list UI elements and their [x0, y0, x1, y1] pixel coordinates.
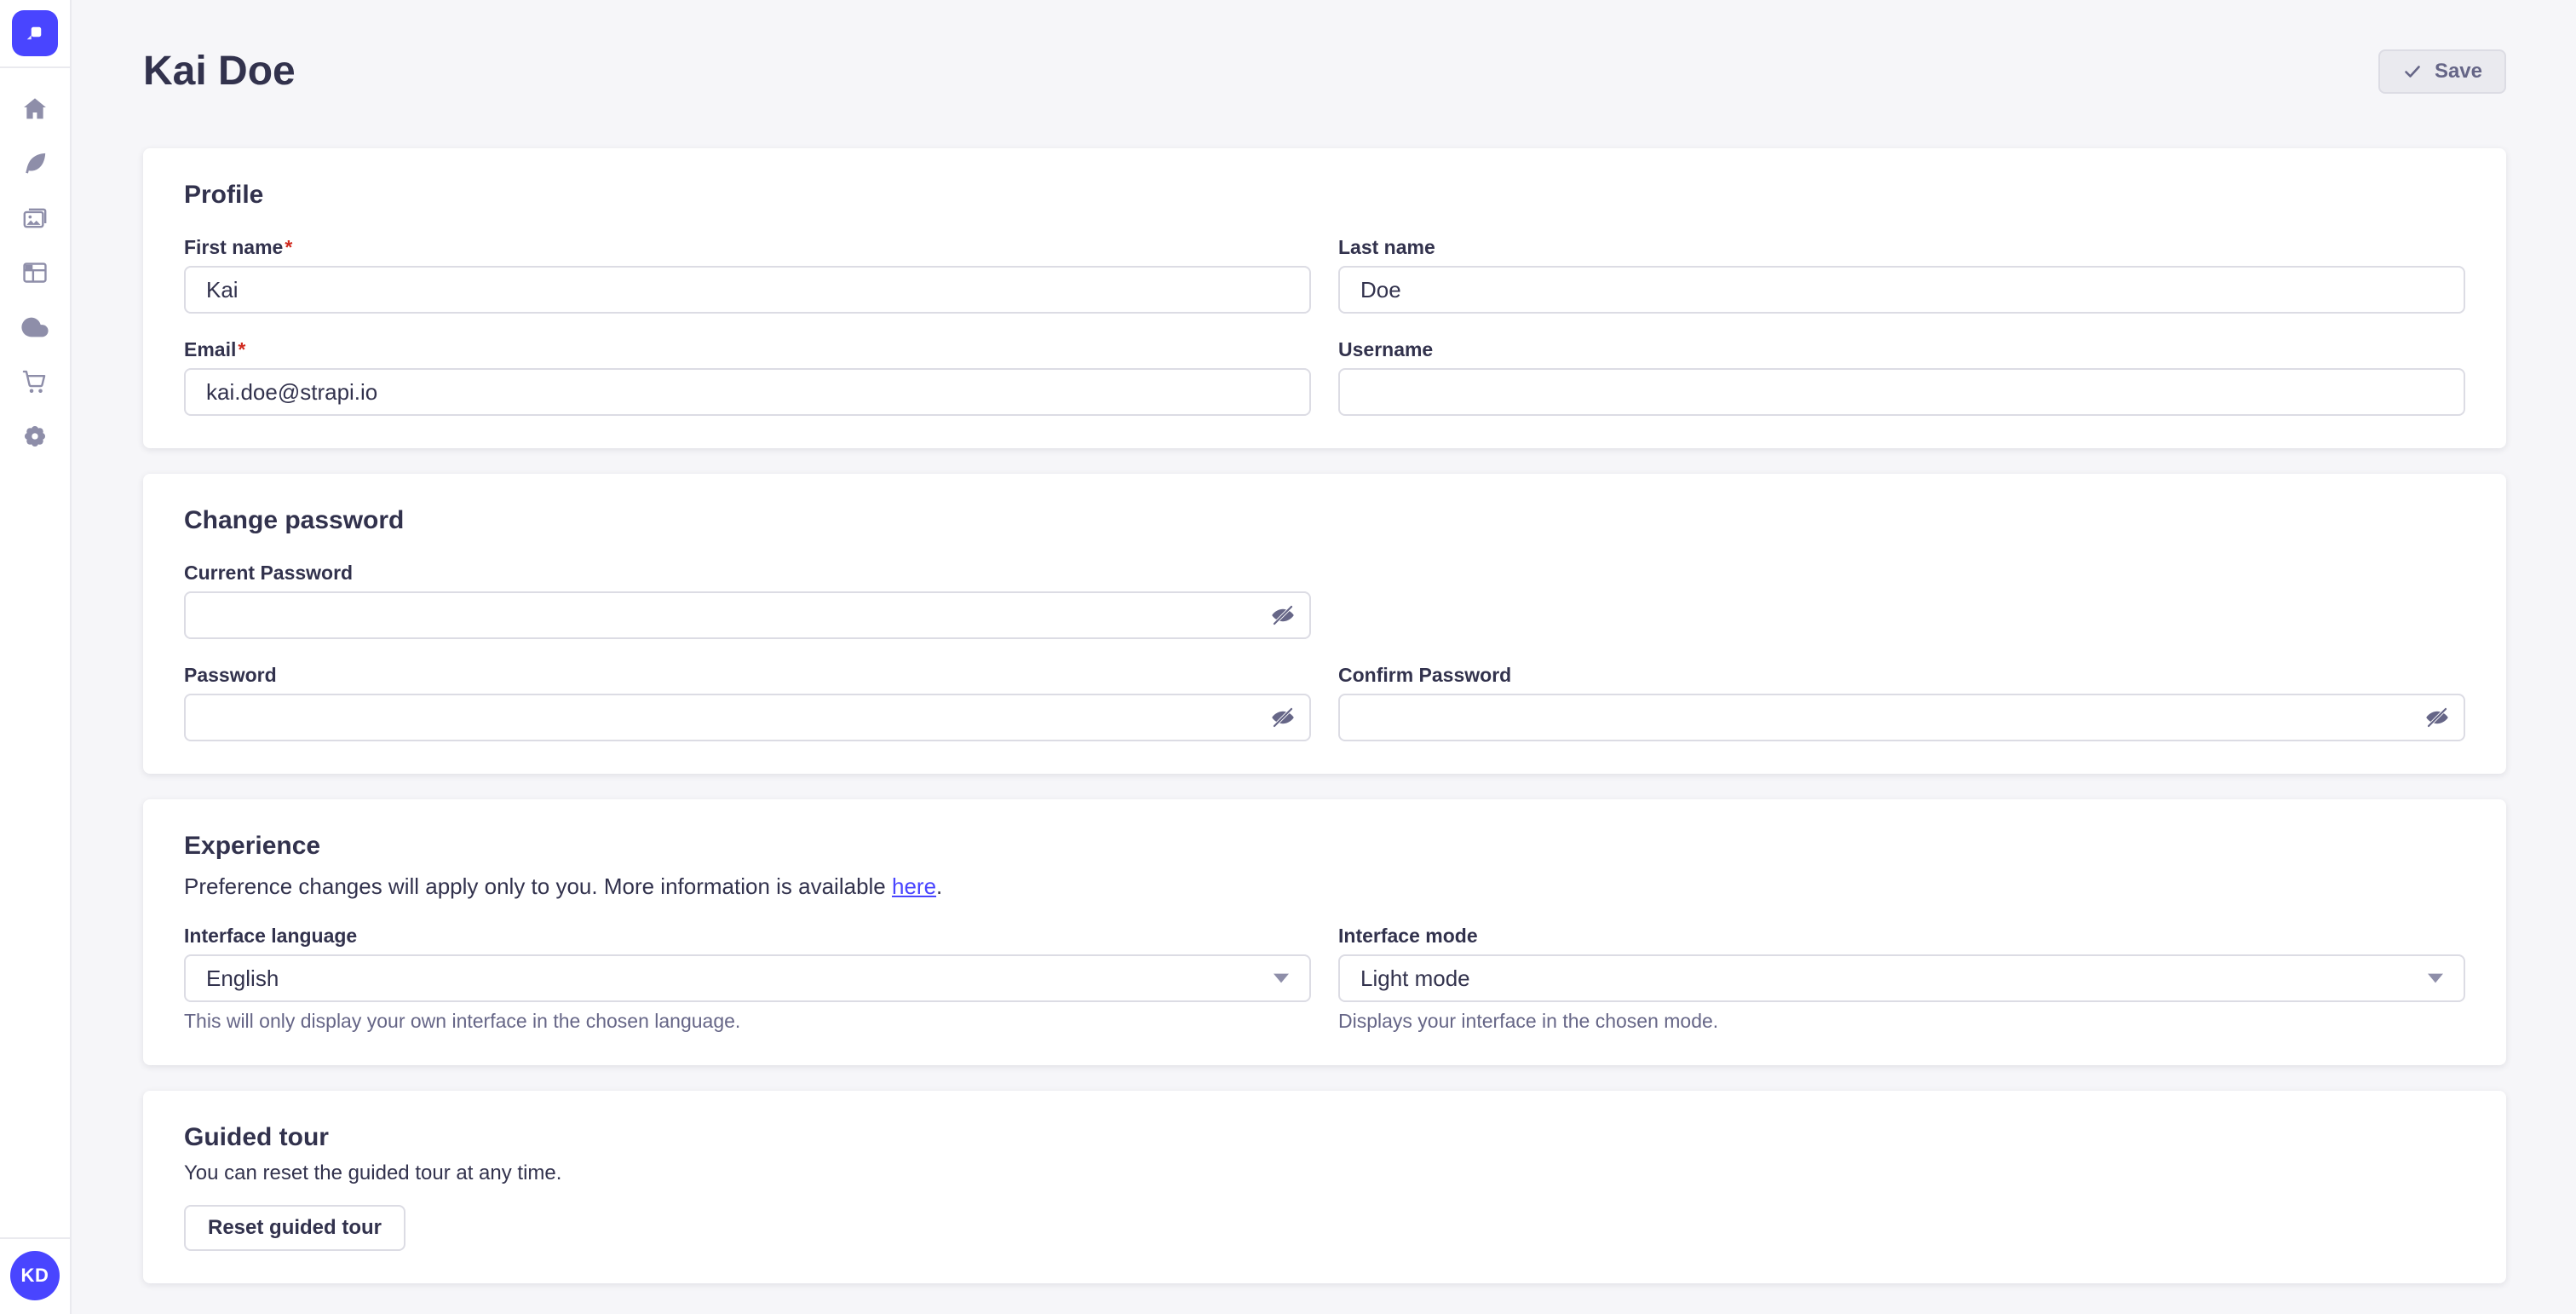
toggle-new-password-visibility-button[interactable]: [1270, 705, 1296, 730]
email-field: Email*: [184, 337, 1311, 416]
grid-spacer: [1338, 561, 2465, 639]
images-icon: [20, 204, 49, 233]
sidebar-item-media-library[interactable]: [0, 191, 70, 245]
guided-tour-heading: Guided tour: [184, 1121, 2465, 1154]
interface-mode-select[interactable]: Light mode: [1338, 954, 2465, 1002]
app-shell: KD Kai Doe Save Profile First name*: [0, 0, 2576, 1314]
required-asterisk: *: [238, 338, 245, 360]
sidebar-item-content-manager[interactable]: [0, 136, 70, 191]
first-name-field: First name*: [184, 235, 1311, 314]
strapi-logo-glyph: [22, 20, 48, 46]
profile-card: Profile First name* Last name Email* Use…: [143, 148, 2506, 448]
cart-icon: [20, 367, 49, 396]
change-password-heading: Change password: [184, 504, 2465, 537]
toggle-confirm-password-visibility-button[interactable]: [2424, 705, 2450, 730]
save-button[interactable]: Save: [2378, 49, 2506, 94]
interface-mode-field: Interface mode Light mode Displays your …: [1338, 924, 2465, 1033]
username-label: Username: [1338, 337, 2465, 361]
save-button-label: Save: [2435, 60, 2482, 84]
last-name-field: Last name: [1338, 235, 2465, 314]
interface-mode-label: Interface mode: [1338, 924, 2465, 948]
logo-box: [0, 0, 70, 68]
sidebar-item-marketplace[interactable]: [0, 354, 70, 409]
sidebar-item-home[interactable]: [0, 82, 70, 136]
profile-heading: Profile: [184, 179, 2465, 211]
current-password-field: Current Password: [184, 561, 1311, 639]
email-input[interactable]: [184, 368, 1311, 416]
eye-slash-icon: [1270, 602, 1296, 628]
sidebar-nav: [0, 68, 70, 464]
new-password-field: Password: [184, 663, 1311, 741]
profile-grid: First name* Last name Email* Username: [184, 235, 2465, 416]
sidebar-item-settings[interactable]: [0, 409, 70, 464]
confirm-password-input[interactable]: [1338, 694, 2465, 741]
check-icon: [2402, 61, 2423, 82]
change-password-card: Change password Current Password: [143, 474, 2506, 774]
experience-card: Experience Preference changes will apply…: [143, 799, 2506, 1065]
last-name-label: Last name: [1338, 235, 2465, 259]
confirm-password-label: Confirm Password: [1338, 663, 2465, 687]
new-password-label: Password: [184, 663, 1311, 687]
avatar-initials: KD: [21, 1265, 49, 1287]
here-link[interactable]: here: [892, 873, 936, 899]
required-asterisk: *: [285, 236, 292, 258]
experience-grid: Interface language English This will onl…: [184, 924, 2465, 1033]
confirm-password-field: Confirm Password: [1338, 663, 2465, 741]
first-name-label: First name*: [184, 235, 1311, 259]
new-password-input[interactable]: [184, 694, 1311, 741]
cloud-icon: [20, 313, 49, 342]
toggle-current-password-visibility-button[interactable]: [1270, 602, 1296, 628]
interface-language-hint: This will only display your own interfac…: [184, 1009, 1311, 1033]
sidebar: KD: [0, 0, 72, 1314]
page-title: Kai Doe: [143, 46, 296, 97]
page-header: Kai Doe Save: [143, 0, 2506, 97]
feather-icon: [20, 149, 49, 178]
chevron-down-icon: [2428, 973, 2443, 983]
email-label: Email*: [184, 337, 1311, 361]
current-password-input[interactable]: [184, 591, 1311, 639]
interface-language-label: Interface language: [184, 924, 1311, 948]
current-password-label: Current Password: [184, 561, 1311, 585]
last-name-input[interactable]: [1338, 266, 2465, 314]
gear-icon: [20, 422, 49, 451]
reset-guided-tour-button[interactable]: Reset guided tour: [184, 1205, 405, 1251]
interface-mode-value: Light mode: [1360, 965, 1470, 992]
username-input[interactable]: [1338, 368, 2465, 416]
main-content: Kai Doe Save Profile First name* Last na…: [72, 0, 2576, 1314]
guided-tour-description: You can reset the guided tour at any tim…: [184, 1161, 2465, 1186]
layout-icon: [20, 258, 49, 287]
sidebar-item-deploy[interactable]: [0, 300, 70, 354]
first-name-input[interactable]: [184, 266, 1311, 314]
home-icon: [20, 95, 49, 124]
chevron-down-icon: [1274, 973, 1289, 983]
avatar[interactable]: KD: [10, 1251, 60, 1300]
experience-heading: Experience: [184, 830, 2465, 862]
sidebar-bottom: KD: [0, 1237, 70, 1314]
username-field: Username: [1338, 337, 2465, 416]
eye-slash-icon: [1270, 705, 1296, 730]
change-password-grid: Current Password Pass: [184, 561, 2465, 741]
interface-language-field: Interface language English This will onl…: [184, 924, 1311, 1033]
experience-description: Preference changes will apply only to yo…: [184, 873, 2465, 900]
strapi-logo[interactable]: [12, 10, 58, 56]
eye-slash-icon: [2424, 705, 2450, 730]
interface-language-value: English: [206, 965, 279, 992]
interface-language-select[interactable]: English: [184, 954, 1311, 1002]
interface-mode-hint: Displays your interface in the chosen mo…: [1338, 1009, 2465, 1033]
sidebar-item-content-type-builder[interactable]: [0, 245, 70, 300]
guided-tour-card: Guided tour You can reset the guided tou…: [143, 1091, 2506, 1283]
